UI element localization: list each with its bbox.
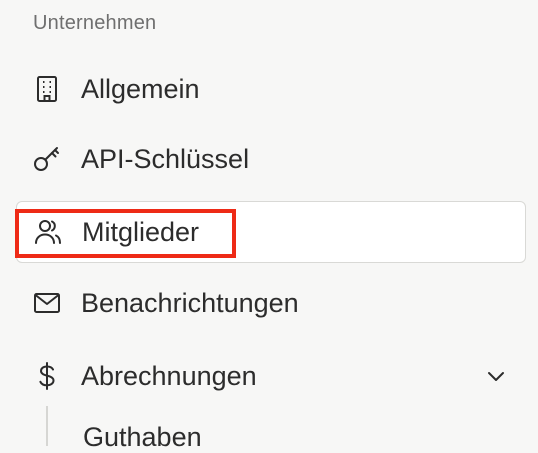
sidebar-item-label: API-Schlüssel xyxy=(81,143,250,174)
mail-icon xyxy=(32,288,62,318)
sidebar-item-mitglieder[interactable]: Mitglieder xyxy=(16,201,526,263)
sidebar-item-api-keys[interactable]: API-Schlüssel xyxy=(16,128,526,190)
subtree-line xyxy=(46,406,48,446)
sidebar-item-label: Benachrichtungen xyxy=(81,287,299,318)
sidebar-item-label: Mitglieder xyxy=(82,216,200,247)
sidebar-subitem-guthaben[interactable]: Guthaben xyxy=(83,422,202,453)
sidebar-item-abrechnungen[interactable]: Abrechnungen xyxy=(16,345,526,407)
chevron-down-icon[interactable] xyxy=(484,364,508,388)
building-icon xyxy=(32,74,62,104)
sidebar-item-benachrichtungen[interactable]: Benachrichtungen xyxy=(16,272,526,334)
key-icon xyxy=(32,144,62,174)
dollar-icon xyxy=(32,361,62,391)
sidebar-item-label: Allgemein xyxy=(81,73,200,104)
sidebar-item-allgemein[interactable]: Allgemein xyxy=(16,58,526,120)
users-icon xyxy=(33,217,63,247)
section-heading: Unternehmen xyxy=(33,12,157,34)
sidebar-item-label: Abrechnungen xyxy=(81,360,257,391)
